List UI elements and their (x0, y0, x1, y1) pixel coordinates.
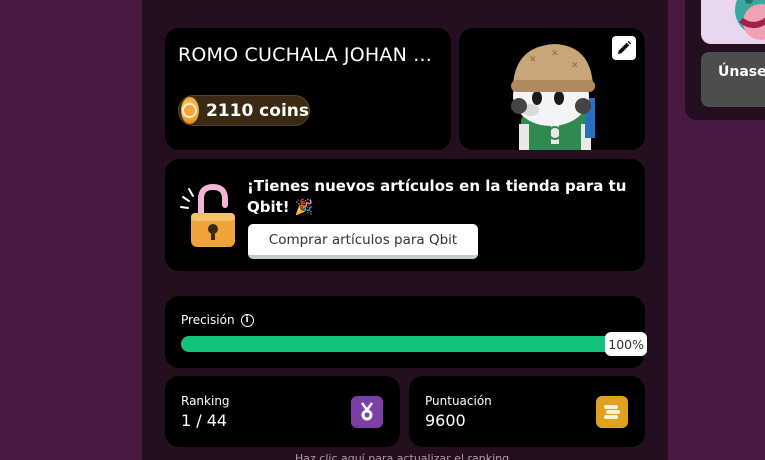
edit-avatar-button[interactable] (612, 36, 636, 60)
coins-count: 2110 coins (205, 100, 309, 121)
ranking-card[interactable]: Ranking 1 / 44 (165, 376, 400, 447)
coins-badge: 2110 coins (178, 95, 310, 126)
score-card: Puntuación 9600 (409, 376, 645, 447)
avatar-card: ✕ ✕ ✕ (459, 28, 645, 150)
precision-progress-bar: 100% (181, 332, 647, 356)
side-avatar-image (701, 0, 765, 44)
svg-text:✕: ✕ (551, 49, 559, 59)
profile-card: ROMO CUCHALA JOHAN ... 2110 coins (165, 28, 451, 150)
ranking-value: 1 / 44 (181, 411, 228, 430)
precision-progress-fill (181, 336, 629, 352)
svg-text:✕: ✕ (571, 61, 579, 71)
stage: Únase ROMO CUCHALA JOHAN ... 2110 coins (0, 0, 765, 460)
score-value: 9600 (425, 411, 466, 430)
precision-card: Precisión i 100% (165, 296, 647, 368)
shop-card: ¡Tienes nuevos artículos en la tienda pa… (165, 159, 645, 271)
info-icon[interactable]: i (240, 313, 254, 327)
join-button[interactable]: Únase (701, 52, 765, 107)
shop-message: ¡Tienes nuevos artículos en la tienda pa… (247, 177, 627, 216)
buy-items-button[interactable]: Comprar artículos para Qbit (248, 224, 478, 259)
precision-percent: 100% (605, 332, 647, 356)
precision-label: Precisión (181, 313, 235, 327)
score-label: Puntuación (425, 394, 492, 408)
medal-icon (351, 396, 383, 428)
svg-text:✕: ✕ (529, 55, 537, 65)
unlocked-padlock-icon (180, 183, 235, 247)
ranking-label: Ranking (181, 394, 230, 408)
precision-label-row: Precisión i (181, 313, 254, 327)
coin-stack-icon (596, 396, 628, 428)
user-name: ROMO CUCHALA JOHAN ... (178, 44, 432, 66)
ranking-refresh-hint[interactable]: Haz clic aquí para actualizar el ranking (295, 452, 509, 460)
coin-icon (181, 97, 199, 124)
pencil-icon (618, 40, 632, 54)
